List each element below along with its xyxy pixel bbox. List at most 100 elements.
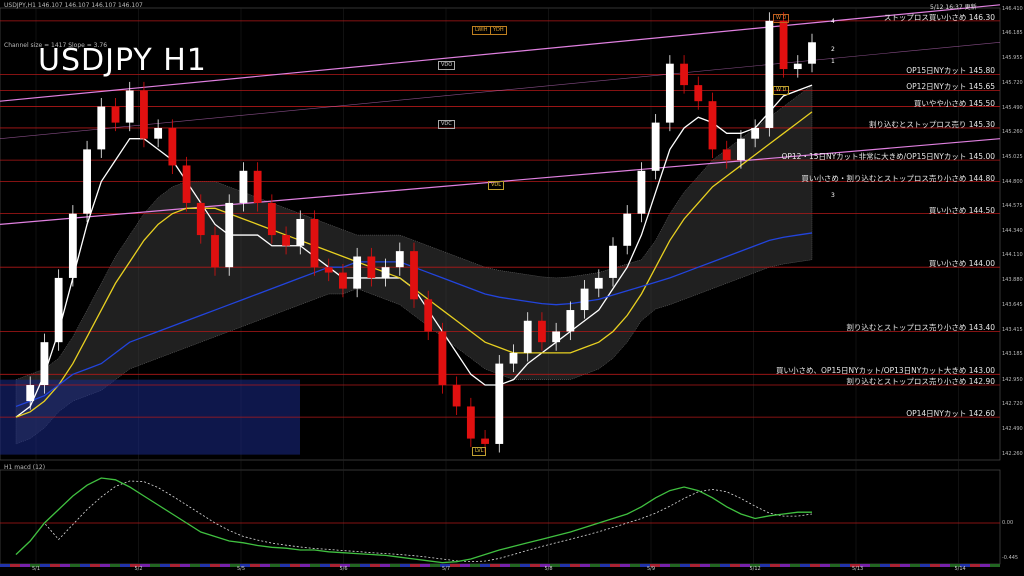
y-tick-label: 146.410 bbox=[1002, 6, 1023, 13]
x-tick-label: 5/1 bbox=[32, 566, 41, 572]
y-tick-label: 146.185 bbox=[1002, 30, 1023, 37]
x-tick-label: 5/6 bbox=[339, 566, 348, 572]
candle-body bbox=[466, 406, 475, 439]
candle-body bbox=[111, 106, 120, 123]
candle-body bbox=[395, 251, 404, 268]
candle-body bbox=[665, 63, 674, 123]
candle-body bbox=[125, 90, 134, 123]
session-strip-segment bbox=[720, 564, 730, 567]
x-tick-label: 5/5 bbox=[237, 566, 246, 572]
candle-body bbox=[26, 385, 35, 402]
session-strip-segment bbox=[80, 564, 90, 567]
session-strip-segment bbox=[620, 564, 630, 567]
y-tick-label: 142.490 bbox=[1002, 425, 1023, 432]
candle-body bbox=[211, 235, 219, 268]
session-strip-segment bbox=[930, 564, 940, 567]
session-strip-segment bbox=[10, 564, 20, 567]
candle-body bbox=[566, 310, 575, 332]
session-strip-segment bbox=[970, 564, 980, 567]
session-strip-segment bbox=[430, 564, 440, 567]
session-strip-segment bbox=[730, 564, 740, 567]
candle-body bbox=[253, 170, 262, 203]
session-strip-segment bbox=[680, 564, 690, 567]
candle-body bbox=[637, 170, 646, 214]
price-level-label: OP12・15日NYカット非常に大きめ/OP15日NYカット 145.00 bbox=[781, 152, 995, 162]
session-strip-segment bbox=[590, 564, 600, 567]
wave-label-1: 1 bbox=[831, 58, 835, 65]
candle-body bbox=[267, 202, 276, 236]
candle-body bbox=[381, 267, 390, 278]
candle-body bbox=[182, 165, 191, 203]
y-tick-label: 144.800 bbox=[1002, 178, 1023, 185]
x-tick-label: 5/8 bbox=[544, 566, 553, 572]
session-strip-segment bbox=[70, 564, 80, 567]
session-strip-segment bbox=[910, 564, 920, 567]
candle-body bbox=[609, 245, 617, 278]
wave-label-4: 4 bbox=[831, 18, 835, 25]
session-strip-segment bbox=[310, 564, 320, 567]
session-strip-segment bbox=[790, 564, 800, 567]
price-level-label: OP14日NYカット 142.60 bbox=[906, 409, 995, 419]
candle-body bbox=[367, 256, 376, 278]
candle-body bbox=[196, 202, 205, 236]
price-level-label: 買い小さめ 144.00 bbox=[928, 259, 995, 269]
candle-body bbox=[424, 299, 433, 332]
candle-body bbox=[580, 288, 589, 311]
y-tick-label: 144.575 bbox=[1002, 202, 1023, 209]
session-strip-segment bbox=[900, 564, 910, 567]
session-strip-segment bbox=[220, 564, 230, 567]
y-tick-label: 142.950 bbox=[1002, 376, 1023, 383]
y-tick-label: 145.720 bbox=[1002, 79, 1023, 86]
y-tick-label: 145.025 bbox=[1002, 154, 1023, 161]
candle-body bbox=[751, 127, 760, 139]
candle-body bbox=[594, 277, 603, 289]
macd-label: H1 macd (12) bbox=[4, 464, 46, 471]
y-tick-label: 143.645 bbox=[1002, 302, 1023, 309]
y-tick-label: 142.260 bbox=[1002, 450, 1023, 457]
session-strip-segment bbox=[370, 564, 380, 567]
lwh-marker: LWIH bbox=[472, 26, 491, 35]
price-level-label: ストップロス買い小さめ 146.30 bbox=[883, 12, 995, 22]
candle-body bbox=[523, 320, 532, 353]
y-tick-label: 143.185 bbox=[1002, 351, 1023, 358]
y-tick-label: 143.415 bbox=[1002, 326, 1023, 333]
session-strip-segment bbox=[90, 564, 100, 567]
session-strip-segment bbox=[560, 564, 570, 567]
session-strip-segment bbox=[280, 564, 290, 567]
session-strip-segment bbox=[990, 564, 1000, 567]
session-strip-segment bbox=[530, 564, 540, 567]
candle-body bbox=[353, 256, 362, 289]
candle-body bbox=[97, 106, 106, 150]
session-strip-segment bbox=[60, 564, 70, 567]
candle-body bbox=[708, 101, 717, 150]
session-strip-segment bbox=[580, 564, 590, 567]
candle-body bbox=[324, 267, 333, 273]
candle-body bbox=[154, 127, 163, 139]
session-strip-segment bbox=[710, 564, 720, 567]
session-strip-segment bbox=[360, 564, 370, 567]
x-tick-label: 5/12 bbox=[749, 566, 761, 572]
y-tick-label: 143.880 bbox=[1002, 277, 1023, 284]
wave-label-3: 3 bbox=[831, 192, 835, 199]
candle-body bbox=[538, 320, 546, 343]
session-strip-segment bbox=[410, 564, 420, 567]
candle-body bbox=[722, 149, 731, 161]
candle-body bbox=[452, 385, 461, 407]
session-strip-segment bbox=[390, 564, 400, 567]
price-level-label: 買い小さめ、OP15日NYカット/OP13日NYカット大きめ 143.00 bbox=[776, 366, 995, 376]
candle-body bbox=[808, 42, 816, 64]
candle-body bbox=[680, 63, 688, 86]
symbol-line: USDJPY,H1 146.107 146.107 146.107 146.10… bbox=[4, 2, 143, 9]
session-strip-segment bbox=[450, 564, 460, 567]
session-strip-segment bbox=[660, 564, 670, 567]
session-strip-segment bbox=[330, 564, 340, 567]
candle-body bbox=[296, 219, 305, 246]
x-tick-label: 5/14 bbox=[954, 566, 966, 572]
candle-body bbox=[83, 149, 91, 214]
candle-body bbox=[239, 170, 248, 203]
session-strip-segment bbox=[490, 564, 500, 567]
session-strip-segment bbox=[570, 564, 580, 567]
session-strip-segment bbox=[50, 564, 60, 567]
updated-time: 5/12 16:37 更新 bbox=[930, 4, 977, 11]
lvl-marker: LVL bbox=[472, 447, 487, 456]
